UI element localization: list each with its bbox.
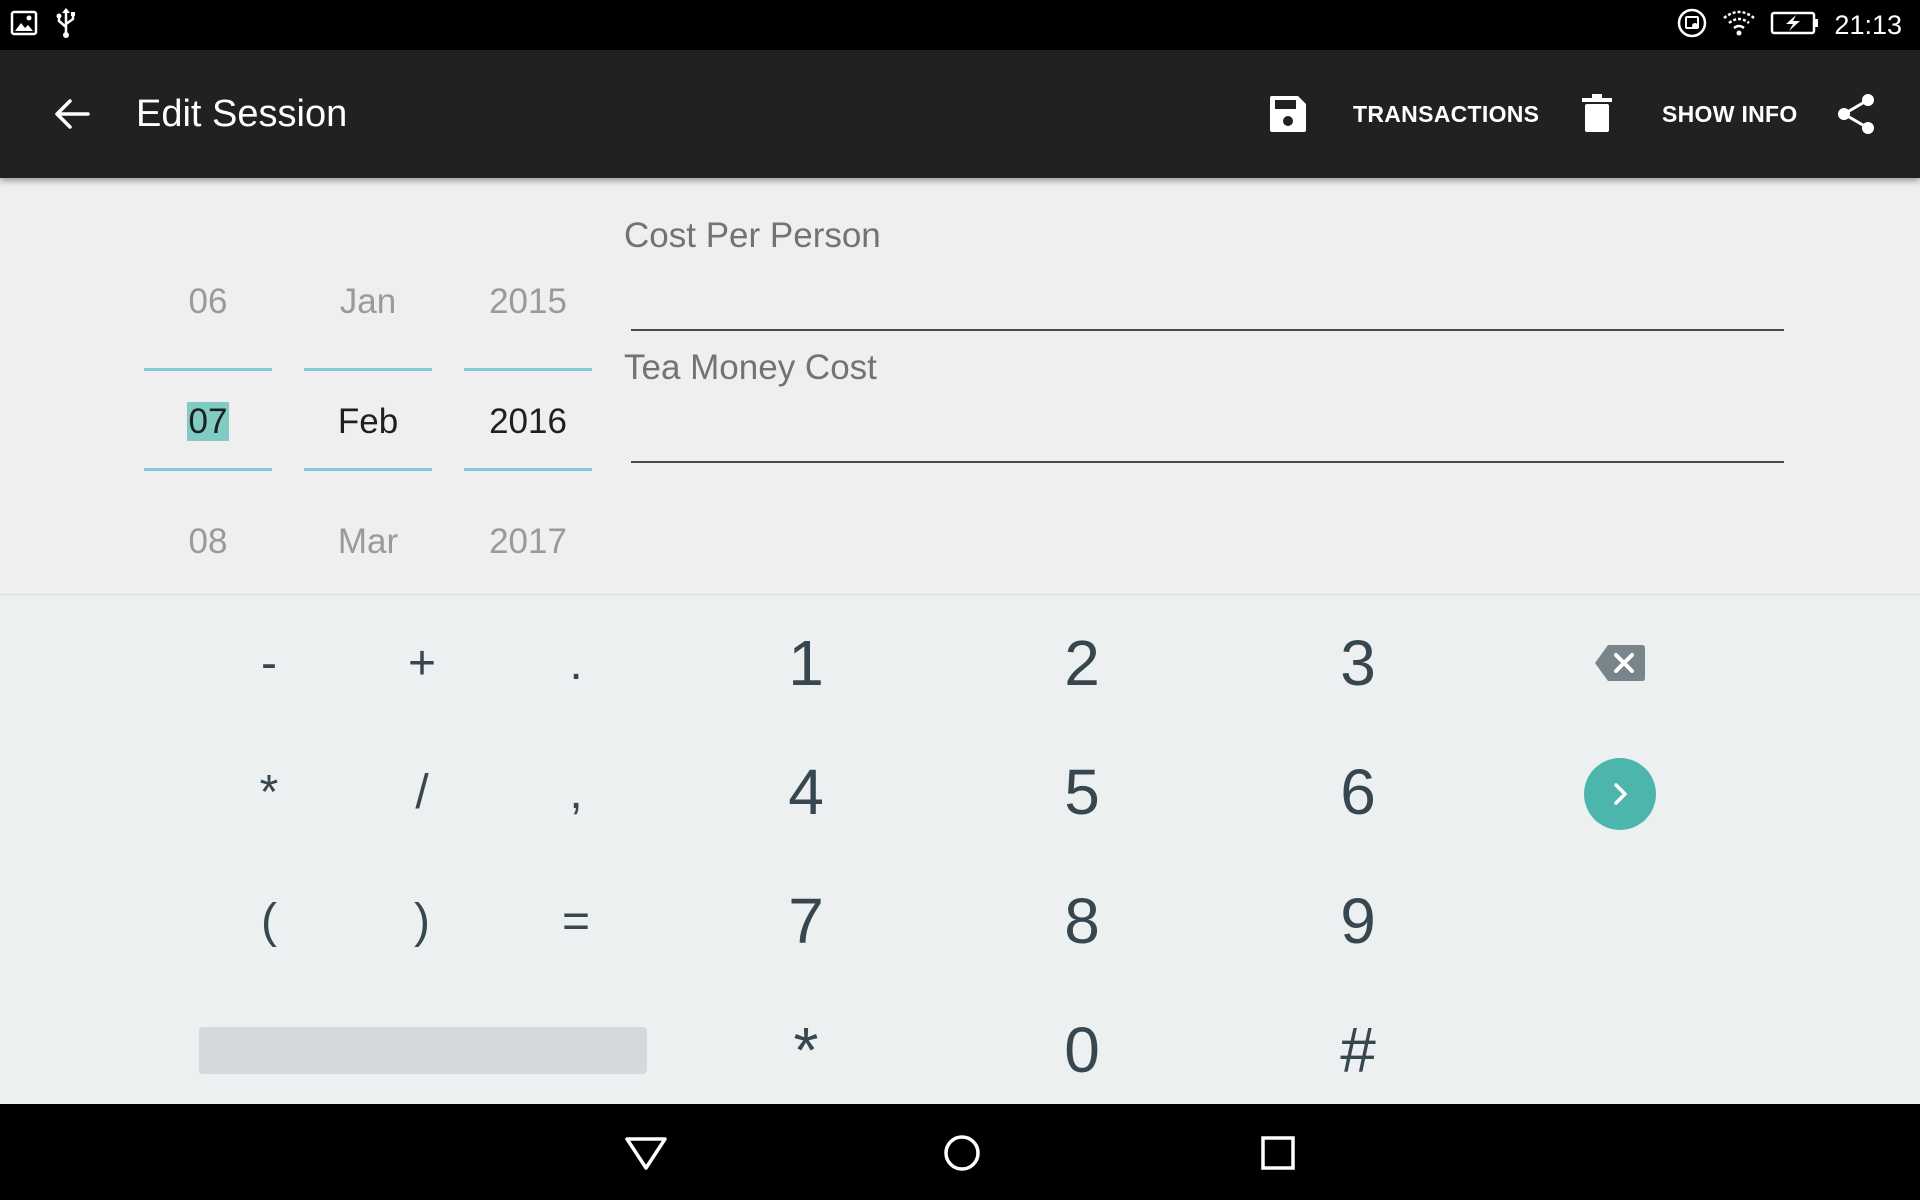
- next-button[interactable]: [1584, 758, 1656, 830]
- backspace-key[interactable]: [1594, 640, 1646, 686]
- day-selected[interactable]: 07: [144, 402, 272, 442]
- day-divider-bottom: [144, 468, 272, 471]
- key-comma[interactable]: ,: [531, 765, 621, 820]
- key-1[interactable]: 1: [746, 626, 866, 700]
- key-7[interactable]: 7: [746, 884, 866, 958]
- key-2[interactable]: 2: [1022, 626, 1142, 700]
- wifi-icon: [1722, 9, 1756, 42]
- nav-home-icon: [944, 1135, 980, 1171]
- show-info-button[interactable]: SHOW INFO: [1662, 98, 1798, 130]
- key-period[interactable]: .: [531, 636, 621, 691]
- save-button[interactable]: [1262, 88, 1314, 140]
- key-4[interactable]: 4: [746, 755, 866, 829]
- nav-back-button[interactable]: [623, 1130, 669, 1176]
- share-button[interactable]: [1830, 88, 1882, 140]
- status-bar: 21:13: [0, 0, 1920, 50]
- key-minus[interactable]: -: [224, 636, 314, 691]
- key-9[interactable]: 9: [1298, 884, 1418, 958]
- year-next[interactable]: 2017: [464, 522, 592, 562]
- nav-home-button[interactable]: [939, 1130, 985, 1176]
- month-divider-top: [304, 368, 432, 371]
- key-equals[interactable]: =: [531, 894, 621, 949]
- key-slash[interactable]: /: [377, 765, 467, 820]
- key-plus[interactable]: +: [377, 636, 467, 691]
- delete-icon: [1582, 94, 1612, 132]
- key-right-paren[interactable]: ): [377, 894, 467, 949]
- status-time: 21:13: [1834, 9, 1902, 40]
- key-hash[interactable]: #: [1298, 1013, 1418, 1087]
- month-next[interactable]: Mar: [304, 522, 432, 562]
- year-prev[interactable]: 2015: [464, 282, 592, 322]
- key-8[interactable]: 8: [1022, 884, 1142, 958]
- key-asterisk[interactable]: *: [224, 765, 314, 820]
- key-6[interactable]: 6: [1298, 755, 1418, 829]
- year-divider-top: [464, 368, 592, 371]
- navigation-bar: [0, 1104, 1920, 1200]
- chevron-right-icon: [1614, 783, 1627, 805]
- arrow-back-icon: [55, 99, 90, 129]
- month-prev[interactable]: Jan: [304, 282, 432, 322]
- day-prev[interactable]: 06: [144, 282, 272, 322]
- tea-money-cost-input[interactable]: [631, 394, 1784, 460]
- tea-money-cost-underline: [631, 461, 1784, 463]
- delete-button[interactable]: [1571, 88, 1623, 140]
- key-left-paren[interactable]: (: [224, 894, 314, 949]
- back-button[interactable]: [48, 90, 96, 138]
- key-3[interactable]: 3: [1298, 626, 1418, 700]
- nav-back-icon: [625, 1137, 667, 1170]
- app-bar: Edit Session TRANSACTIONS SHOW INFO: [0, 50, 1920, 178]
- cast-icon: [1676, 7, 1708, 44]
- space-key[interactable]: [199, 1027, 647, 1074]
- year-divider-bottom: [464, 468, 592, 471]
- usb-icon: [54, 7, 78, 44]
- nav-recents-button[interactable]: [1255, 1130, 1301, 1176]
- cost-per-person-label: Cost Per Person: [624, 216, 881, 255]
- page-title: Edit Session: [136, 93, 348, 135]
- image-icon: [10, 9, 38, 42]
- year-selected[interactable]: 2016: [464, 402, 592, 442]
- cost-per-person-input[interactable]: [631, 262, 1784, 328]
- tea-money-cost-label: Tea Money Cost: [624, 348, 877, 387]
- save-icon: [1270, 96, 1306, 132]
- cost-per-person-underline: [631, 329, 1784, 331]
- day-next[interactable]: 08: [144, 522, 272, 562]
- month-selected[interactable]: Feb: [304, 402, 432, 442]
- key-star[interactable]: *: [746, 1013, 866, 1087]
- key-0[interactable]: 0: [1022, 1013, 1142, 1087]
- battery-charging-icon: [1770, 10, 1820, 41]
- month-divider-bottom: [304, 468, 432, 471]
- nav-recents-icon: [1261, 1136, 1295, 1170]
- day-selected-text[interactable]: 07: [186, 402, 230, 441]
- key-5[interactable]: 5: [1022, 755, 1142, 829]
- backspace-icon: [1595, 645, 1645, 681]
- day-divider-top: [144, 368, 272, 371]
- transactions-button[interactable]: TRANSACTIONS: [1353, 98, 1539, 130]
- share-icon: [1838, 94, 1874, 134]
